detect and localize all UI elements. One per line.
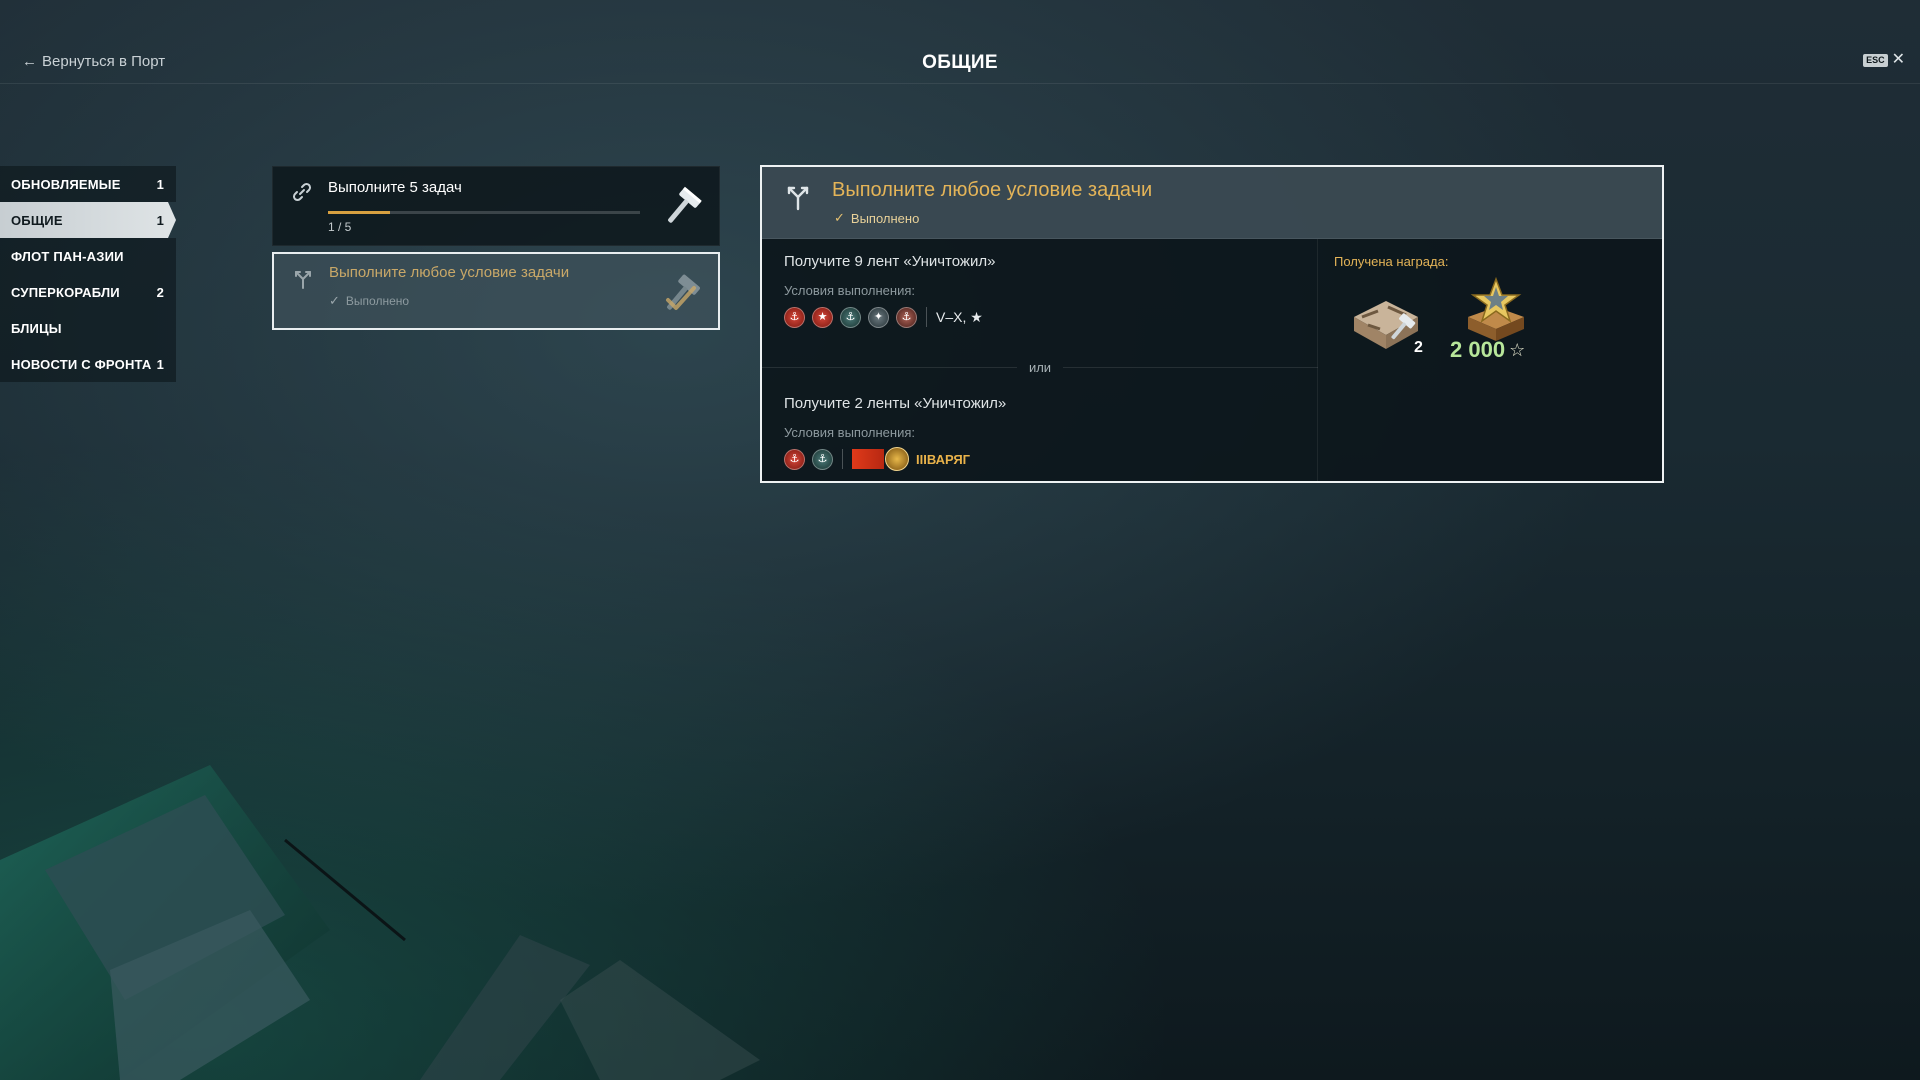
detail-status-label: Выполнено bbox=[850, 210, 920, 226]
sidebar-item-blitz[interactable]: БЛИЦЫ bbox=[0, 310, 176, 346]
condition-block: Получите 9 лент «Уничтожил» Условия выпо… bbox=[784, 253, 1304, 329]
detail-header: Выполните любое условие задачи ✓ Выполне… bbox=[762, 167, 1662, 239]
sidebar-item-count: 2 bbox=[156, 284, 164, 300]
divider-line bbox=[1063, 366, 1319, 368]
or-label: или bbox=[1028, 359, 1052, 375]
task-detail-panel: Выполните любое условие задачи ✓ Выполне… bbox=[760, 165, 1664, 483]
condition-block: Получите 2 ленты «Уничтожил» Условия вып… bbox=[784, 395, 1304, 471]
conditions-column: Получите 9 лент «Уничтожил» Условия выпо… bbox=[762, 239, 1319, 481]
destroyer-class-icon: ⚓ bbox=[784, 306, 805, 328]
aircraft-carrier-class-icon: ✦ bbox=[868, 306, 889, 328]
battleship-class-icon: ⚓ bbox=[840, 306, 861, 328]
battleship-class-icon: ⚓ bbox=[812, 448, 833, 470]
detail-status: ✓ Выполнено bbox=[834, 210, 919, 226]
branch-icon bbox=[787, 186, 809, 211]
task-progress-bar bbox=[328, 211, 640, 214]
sidebar-item-label: НОВОСТИ С ФРОНТА bbox=[11, 356, 152, 372]
top-bar: ← Вернуться в Порт ОБЩИЕ ESC ✕ bbox=[0, 0, 1920, 84]
background-table-decoration bbox=[0, 765, 760, 1080]
close-button[interactable]: ESC ✕ bbox=[1863, 52, 1905, 68]
sidebar-item-front-news[interactable]: НОВОСТИ С ФРОНТА 1 bbox=[0, 346, 176, 382]
page-title: ОБЩИЕ bbox=[922, 52, 998, 73]
sidebar-item-pan-asia[interactable]: ФЛОТ ПАН-АЗИИ bbox=[0, 238, 176, 274]
rewards-column: Получена награда: 2 2 000 ☆ bbox=[1318, 239, 1662, 481]
sidebar-item-count: 1 bbox=[156, 212, 164, 228]
sidebar-item-superships[interactable]: СУПЕРКОРАБЛИ 2 bbox=[0, 274, 176, 310]
star-amount-value: 2 000 bbox=[1450, 337, 1506, 362]
rewards-label: Получена награда: bbox=[1334, 254, 1449, 269]
ship-name: IIIВАРЯГ bbox=[916, 451, 971, 467]
close-icon: ✕ bbox=[1891, 51, 1905, 68]
category-sidebar: ОБНОВЛЯЕМЫЕ 1 ОБЩИЕ 1 ФЛОТ ПАН-АЗИИ СУПЕ… bbox=[0, 166, 176, 382]
condition-label: Условия выполнения: bbox=[784, 283, 915, 298]
divider bbox=[926, 307, 927, 327]
sidebar-item-label: ОБНОВЛЯЕМЫЕ bbox=[11, 176, 121, 192]
submarine-class-icon: ⚓ bbox=[896, 306, 917, 328]
divider bbox=[842, 449, 843, 469]
cruiser-class-icon: ★ bbox=[812, 306, 833, 328]
condition-requirements: ⚓ ★ ⚓ ✦ ⚓ V–X, ★ bbox=[784, 305, 1304, 329]
task-title: Выполните 5 задач bbox=[328, 179, 462, 196]
sidebar-item-count: 1 bbox=[156, 356, 164, 372]
sidebar-item-general[interactable]: ОБЩИЕ 1 bbox=[0, 202, 176, 238]
condition-requirements: ⚓ ⚓ IIIВАРЯГ bbox=[784, 447, 1304, 471]
sidebar-item-count: 1 bbox=[156, 176, 164, 192]
sidebar-item-label: СУПЕРКОРАБЛИ bbox=[11, 284, 120, 300]
destroyer-class-icon: ⚓ bbox=[784, 448, 805, 470]
chain-icon bbox=[292, 182, 312, 202]
or-divider: или bbox=[762, 357, 1319, 377]
sidebar-item-label: ФЛОТ ПАН-АЗИИ bbox=[11, 248, 124, 264]
task-status: ✓ Выполнено bbox=[329, 293, 409, 309]
task-title: Выполните любое условие задачи bbox=[329, 264, 570, 281]
tier-range: V–X, ★ bbox=[936, 308, 983, 325]
condition-label: Условия выполнения: bbox=[784, 425, 915, 440]
condition-title: Получите 9 лент «Уничтожил» bbox=[784, 253, 996, 270]
camouflage-crate-icon bbox=[1354, 301, 1418, 349]
sidebar-item-updatable[interactable]: ОБНОВЛЯЕМЫЕ 1 bbox=[0, 166, 176, 202]
task-status-label: Выполнено bbox=[345, 294, 410, 308]
star-container-icon bbox=[1468, 277, 1524, 341]
task-progress-fill bbox=[328, 211, 391, 214]
condition-title: Получите 2 ленты «Уничтожил» bbox=[784, 395, 1007, 412]
esc-key-badge: ESC bbox=[1863, 53, 1888, 67]
hammer-icon bbox=[668, 186, 702, 223]
star-amount: 2 000 ☆ bbox=[1450, 337, 1525, 363]
sidebar-item-label: БЛИЦЫ bbox=[11, 320, 62, 336]
checkmark-icon: ✓ bbox=[329, 293, 340, 308]
ship-emblem-icon bbox=[885, 447, 909, 471]
detail-title: Выполните любое условие задачи bbox=[832, 179, 1153, 201]
task-card-any-condition[interactable]: Выполните любое условие задачи ✓ Выполне… bbox=[272, 252, 720, 330]
nation-flag-icon bbox=[852, 449, 884, 469]
sidebar-item-label: ОБЩИЕ bbox=[11, 212, 63, 228]
task-progress-text: 1 / 5 bbox=[328, 220, 352, 234]
checkmark-icon: ✓ bbox=[834, 210, 845, 225]
hammer-check-icon bbox=[666, 274, 700, 310]
star-icon: ☆ bbox=[1509, 339, 1526, 360]
divider-line bbox=[762, 366, 1017, 368]
branch-icon bbox=[295, 271, 311, 289]
task-card-complete-tasks[interactable]: Выполните 5 задач 1 / 5 bbox=[272, 166, 720, 246]
crate-count: 2 bbox=[1414, 339, 1423, 356]
